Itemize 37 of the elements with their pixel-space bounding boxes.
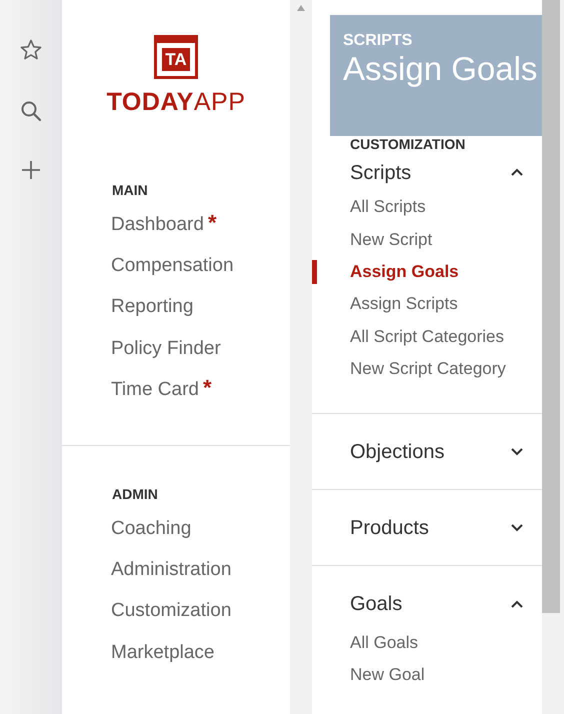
submenu-link[interactable]: All Script Categories (350, 326, 504, 348)
nav-link[interactable]: Marketplace (111, 640, 214, 665)
submenu-link[interactable]: Assign Scripts (350, 293, 458, 316)
chevron-icon[interactable] (511, 168, 523, 177)
nav-link[interactable]: Compensation (111, 254, 234, 278)
logo-mark: TA (154, 35, 198, 79)
banner-title: Assign Goals (343, 50, 538, 88)
nav-link[interactable]: Reporting (111, 295, 194, 320)
chevron-icon[interactable] (511, 447, 523, 456)
banner-eyebrow: SCRIPTS (343, 32, 414, 50)
accordion-header[interactable]: Products (350, 516, 429, 540)
chevron-icon[interactable] (511, 600, 523, 609)
submenu-link[interactable]: New Script (350, 228, 432, 251)
accordion-header[interactable]: Objections (350, 440, 444, 464)
section-heading: ADMIN (111, 484, 159, 504)
submenu-link[interactable]: New Script Category (350, 358, 506, 380)
required-mark: * (208, 212, 217, 234)
submenu-link[interactable]: New Goal (350, 664, 425, 686)
nav-link[interactable]: Time Card (111, 378, 199, 402)
plus-icon[interactable] (21, 160, 41, 180)
accordion-header[interactable]: Goals (350, 592, 402, 616)
star-icon[interactable] (19, 38, 43, 62)
submenu-link[interactable]: All Goals (350, 632, 418, 654)
scrollbar-thumb[interactable] (542, 0, 560, 613)
submenu-link[interactable]: Assign Goals (350, 260, 459, 283)
section-heading: MAIN (111, 181, 149, 200)
required-mark: * (202, 377, 212, 400)
accordion-header[interactable]: Scripts (350, 160, 412, 184)
submenu-link[interactable]: All Scripts (350, 196, 426, 218)
nav-link[interactable]: Dashboard (111, 212, 204, 237)
search-icon[interactable] (19, 99, 43, 123)
nav-link[interactable]: Administration (111, 558, 232, 582)
nav-link[interactable]: Customization (111, 599, 232, 624)
nav-link[interactable]: Coaching (111, 516, 192, 541)
nav-link[interactable]: Policy Finder (111, 336, 221, 361)
chevron-icon[interactable] (511, 523, 523, 532)
brand-name: TODAYAPP (106, 90, 246, 115)
